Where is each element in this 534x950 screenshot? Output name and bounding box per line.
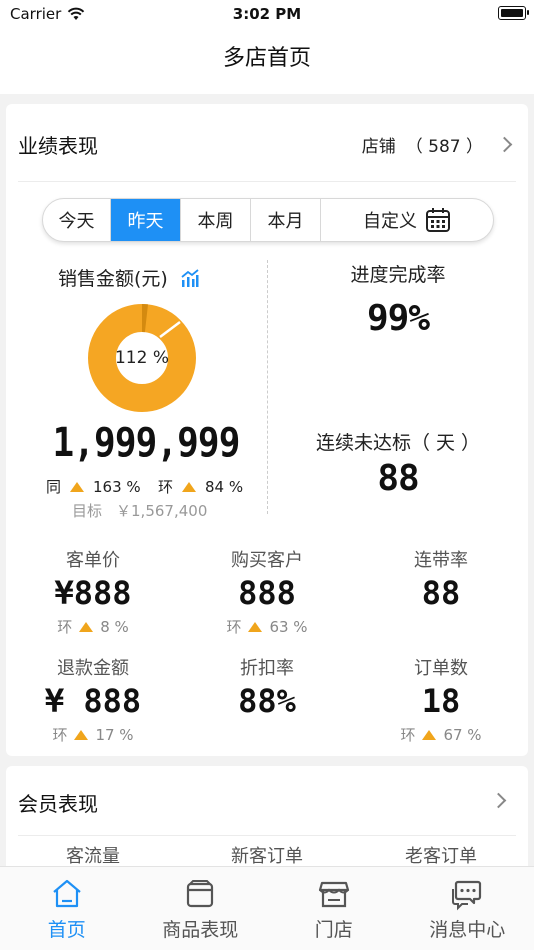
metric-discount: 折扣率 88%: [238, 658, 296, 720]
battery-icon: [498, 6, 529, 20]
yoy-compare: 同 163 %: [46, 476, 141, 497]
mom-label: 环: [158, 478, 174, 496]
status-bar: Carrier 3:02 PM: [0, 0, 534, 30]
tab-messages[interactable]: 消息中心: [401, 867, 534, 950]
up-arrow-icon: [422, 729, 437, 740]
progress-label: 进度完成率: [350, 264, 446, 286]
segment-yesterday[interactable]: 昨天: [111, 199, 181, 241]
metric-refund: 退款金额 ¥ 888 环 17 %: [44, 658, 142, 744]
status-time: 3:02 PM: [232, 5, 302, 23]
member-header[interactable]: 会员表现: [18, 766, 516, 836]
segment-this-week[interactable]: 本周: [181, 199, 251, 241]
chevron-right-icon: [490, 792, 507, 809]
up-arrow-icon: [182, 481, 197, 492]
metric-attach-rate: 连带率 88: [414, 550, 468, 612]
target-label: 目标: [72, 502, 103, 520]
sales-label-row: 销售金额(元): [58, 264, 200, 291]
store-count: （ 587 ）: [405, 137, 483, 157]
performance-header: 业绩表现 店铺 （ 587 ）: [18, 104, 516, 182]
yoy-label: 同: [46, 478, 62, 496]
sales-value: 1,999,999: [52, 420, 241, 466]
member-col-returning-orders: 老客订单: [405, 846, 477, 867]
target-value: ￥1,567,400: [116, 502, 208, 520]
member-card: 会员表现 客流量 新客订单 老客订单: [6, 766, 528, 876]
up-arrow-icon: [79, 621, 94, 632]
yoy-value: 163 %: [93, 477, 141, 496]
nav-bar: 多店首页: [0, 30, 534, 94]
home-icon: [53, 879, 81, 908]
page-title: 多店首页: [222, 46, 311, 71]
member-title: 会员表现: [18, 792, 98, 816]
member-col-traffic: 客流量: [66, 846, 120, 867]
tab-home[interactable]: 首页: [0, 867, 134, 950]
streak-value: 88: [377, 458, 419, 499]
performance-card: 业绩表现 店铺 （ 587 ） 今天 昨天 本周 本月 自定义 销售金额(元): [6, 104, 528, 756]
calendar-icon: [426, 208, 450, 232]
store-icon: [318, 881, 349, 908]
progress-value: 99%: [366, 298, 430, 339]
segment-custom[interactable]: 自定义: [321, 199, 493, 241]
chevron-right-icon: [496, 136, 513, 153]
mom-compare: 环 84 %: [158, 476, 243, 497]
tab-bar: 首页 商品表现 门店 消息中心: [0, 866, 534, 950]
date-range-segmented-control: 今天 昨天 本周 本月 自定义: [42, 198, 494, 242]
up-arrow-icon: [70, 481, 85, 492]
metric-avg-order: 客单价 ¥888 环8 %: [54, 550, 132, 636]
metric-orders: 订单数 18 环 67 %: [400, 658, 482, 744]
store-label: 店铺: [361, 137, 396, 157]
trend-chart-icon[interactable]: [180, 268, 200, 288]
sales-label: 销售金额(元): [58, 268, 168, 290]
tab-store[interactable]: 门店: [267, 867, 401, 950]
up-arrow-icon: [248, 621, 263, 632]
message-icon: [452, 880, 482, 911]
store-selector[interactable]: 店铺 （ 587 ）: [361, 132, 513, 157]
donut-percent: 112 %: [114, 348, 169, 368]
product-icon: [187, 880, 214, 908]
target-row: 目标 ￥1,567,400: [72, 500, 207, 521]
tab-products[interactable]: 商品表现: [134, 867, 268, 950]
segment-today[interactable]: 今天: [43, 199, 111, 241]
up-arrow-icon: [74, 729, 89, 740]
member-col-new-orders: 新客订单: [231, 846, 303, 867]
performance-title: 业绩表现: [18, 134, 98, 158]
streak-label: 连续未达标（ 天 ）: [315, 432, 481, 454]
mom-value: 84 %: [205, 477, 244, 496]
segment-this-month[interactable]: 本月: [251, 199, 321, 241]
metric-buyers: 购买客户 888 环 63 %: [226, 550, 308, 636]
